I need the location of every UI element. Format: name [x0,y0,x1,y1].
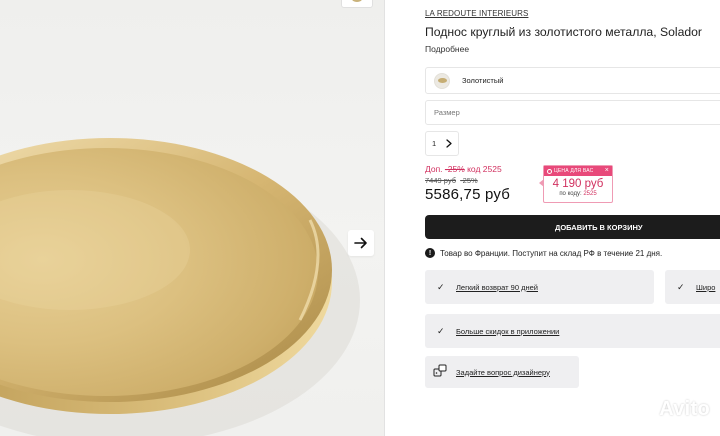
badge-pointer [539,179,544,187]
ask-designer-card[interactable]: Задайте вопрос дизайнеру [425,356,579,388]
perk-app-discounts[interactable]: ✓ Больше скидок в приложении [425,314,720,348]
close-icon[interactable]: × [605,166,609,176]
avito-watermark: Avito [633,398,710,421]
current-price: 5586,75 руб [425,186,511,203]
personal-price-badge: ЦЕНА ДЛЯ ВАС × 4 190 руб по коду: 2525 [539,165,613,203]
product-info-panel: LA REDOUTE INTERIEURS Поднос круглый из … [425,0,720,436]
add-to-cart-label: ДОБАВИТЬ В КОРЗИНУ [555,222,643,232]
more-details-link[interactable]: Подробнее [425,44,469,54]
old-discount: -25% [460,176,478,185]
promo-prefix: Доп. [425,164,445,174]
add-to-cart-button[interactable]: ДОБАВИТЬ В КОРЗИНУ [425,215,720,239]
brand-link[interactable]: LA REDOUTE INTERIEURS [425,9,528,18]
color-select-value: Золотистый [462,76,504,85]
promo-percent: -25% [444,164,465,174]
gallery-divider [384,0,385,436]
badge-code-label: по коду: [559,191,584,197]
gold-tray-thumbnail-icon [434,72,450,89]
badge-price: 4 190 руб [552,178,604,190]
chevron-right-icon[interactable] [446,139,452,148]
perk-label[interactable]: Широ [696,283,715,292]
product-gallery [0,0,385,436]
size-select[interactable]: Размер [425,100,720,125]
badge-code-line: по коду: 2525 [544,191,612,197]
arrow-right-icon [354,237,367,249]
delivery-text: Товар во Франции. Поступит на склад РФ в… [440,248,663,258]
color-select[interactable]: Золотистый [425,67,720,94]
perk-easy-return[interactable]: ✓ Легкий возврат 90 дней [425,270,654,304]
badge-code: 2525 [583,191,597,197]
chat-icon [433,364,449,380]
product-image-tray [0,138,360,436]
promo-code-text: код 2525 [464,164,502,174]
size-select-placeholder: Размер [434,108,460,117]
quantity-value: 1 [432,139,437,148]
old-price: 7449 руб [425,176,456,185]
avito-watermark-text: Avito [659,398,710,420]
check-icon: ✓ [437,325,445,336]
badge-header: ЦЕНА ДЛЯ ВАС × [544,166,612,176]
check-icon: ✓ [677,281,685,292]
delivery-note: ! Товар во Франции. Поступит на склад РФ… [425,248,662,258]
next-image-button[interactable] [348,230,374,256]
old-price-line: 7449 руб -25% [425,176,478,185]
badge-header-text: ЦЕНА ДЛЯ ВАС [554,168,594,174]
promo-code-line: Доп. -25% код 2525 [425,164,502,174]
exclamation-icon: ! [425,248,435,258]
check-icon: ✓ [437,281,445,292]
perk-partial[interactable]: ✓ Широ [665,270,720,304]
perk-label[interactable]: Больше скидок в приложении [456,327,559,336]
avito-logo-icon [633,399,659,420]
quantity-stepper[interactable]: 1 [425,131,459,156]
clock-icon [547,168,552,174]
ask-designer-link[interactable]: Задайте вопрос дизайнеру [456,368,550,377]
product-title: Поднос круглый из золотистого металла, S… [425,25,702,39]
perk-label[interactable]: Легкий возврат 90 дней [456,283,538,292]
